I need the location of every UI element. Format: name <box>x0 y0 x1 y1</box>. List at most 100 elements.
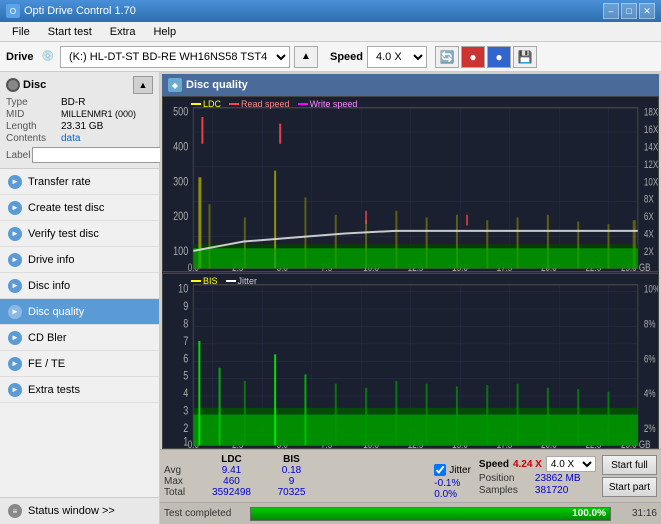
bottom-stats-area: LDC BIS Avg 9.41 0.18 Max 460 9 <box>160 449 661 502</box>
sidebar-item-fe-te[interactable]: ► FE / TE <box>0 351 159 377</box>
progress-percent-text: 100.0% <box>572 508 606 520</box>
maximize-button[interactable]: □ <box>621 3 637 19</box>
ldc-legend-color <box>191 103 201 105</box>
write-legend-color <box>298 103 308 105</box>
disc-eject-button[interactable]: ▲ <box>133 76 153 94</box>
progress-bar-fill <box>251 508 610 520</box>
svg-text:3: 3 <box>183 404 188 418</box>
cd-bler-icon: ► <box>8 331 22 345</box>
start-full-button[interactable]: Start full <box>602 455 657 475</box>
save-button[interactable]: 💾 <box>513 46 537 68</box>
sidebar-item-verify-test-disc[interactable]: ► Verify test disc <box>0 221 159 247</box>
disc-icon <box>6 78 20 92</box>
label-input[interactable] <box>32 147 170 163</box>
read-legend-color <box>229 103 239 105</box>
sidebar-item-label: Transfer rate <box>28 176 91 188</box>
stats-header-row: LDC BIS <box>164 454 434 465</box>
legend-read-speed: Read speed <box>229 99 290 109</box>
svg-text:12X: 12X <box>644 159 658 171</box>
read-legend-label: Read speed <box>241 99 290 109</box>
svg-text:9: 9 <box>183 300 188 314</box>
chart2-svg: 10 9 8 7 6 5 4 3 2 1 10% 8% 6% 4% 2% <box>163 274 658 448</box>
disc-red-button[interactable]: ● <box>461 46 485 68</box>
speed-label: Speed <box>330 51 363 63</box>
svg-text:2%: 2% <box>644 423 656 435</box>
bis-legend-color <box>191 280 201 282</box>
svg-text:10X: 10X <box>644 176 658 188</box>
svg-text:4%: 4% <box>644 388 656 400</box>
max-bis-value: 9 <box>264 476 319 487</box>
chart2: BIS Jitter 10 <box>162 273 659 449</box>
app-icon: O <box>6 4 20 18</box>
disc-type-value: BD-R <box>61 97 153 108</box>
sidebar-item-transfer-rate[interactable]: ► Transfer rate <box>0 169 159 195</box>
menu-file[interactable]: File <box>4 24 38 40</box>
menu-help[interactable]: Help <box>145 24 184 40</box>
minimize-button[interactable]: – <box>603 3 619 19</box>
svg-text:6: 6 <box>183 352 188 366</box>
title-bar: O Opti Drive Control 1.70 – □ ✕ <box>0 0 661 22</box>
legend-bis: BIS <box>191 276 218 286</box>
disc-quality-title: Disc quality <box>186 79 248 91</box>
svg-text:6X: 6X <box>644 211 654 223</box>
status-window-icon: ≡ <box>8 504 22 518</box>
stats-header-bis: BIS <box>264 454 319 465</box>
length-field-label: Length <box>6 121 61 132</box>
stats-total-row: Total 3592498 70325 <box>164 487 434 498</box>
drive-select[interactable]: (K:) HL-DT-ST BD-RE WH16NS58 TST4 <box>60 46 290 68</box>
sidebar-item-cd-bler[interactable]: ► CD Bler <box>0 325 159 351</box>
svg-text:8: 8 <box>183 317 188 331</box>
action-buttons: Start full Start part <box>602 455 657 497</box>
svg-text:6%: 6% <box>644 353 656 365</box>
svg-text:8%: 8% <box>644 319 656 331</box>
jitter-checkbox-label: Jitter <box>449 465 471 476</box>
chart1-svg: 500 400 300 200 100 18X 16X 14X 12X 10X … <box>163 97 658 271</box>
svg-text:200: 200 <box>173 210 188 224</box>
disc-panel: Disc ▲ Type BD-R MID MILLENMR1 (000) Len… <box>0 72 159 169</box>
samples-value: 381720 <box>535 485 568 496</box>
disc-mid-value: MILLENMR1 (000) <box>61 109 153 120</box>
disc-blue-button[interactable]: ● <box>487 46 511 68</box>
svg-text:8X: 8X <box>644 194 654 206</box>
sidebar-item-label: Disc quality <box>28 306 84 318</box>
speed-dropdown[interactable]: 4.0 X <box>546 456 596 472</box>
transfer-rate-icon: ► <box>8 175 22 189</box>
menu-extra[interactable]: Extra <box>102 24 144 40</box>
disc-quality-header: ◆ Disc quality <box>162 74 659 96</box>
drive-bar: Drive 💿 (K:) HL-DT-ST BD-RE WH16NS58 TST… <box>0 42 661 72</box>
disc-info-icon: ► <box>8 279 22 293</box>
create-test-disc-icon: ► <box>8 201 22 215</box>
max-label: Max <box>164 476 199 487</box>
speed-select[interactable]: 4.0 X 2.0 X 6.0 X <box>367 46 427 68</box>
extra-tests-icon: ► <box>8 383 22 397</box>
label-field-label: Label <box>6 150 30 161</box>
type-field-label: Type <box>6 97 61 108</box>
stats-header-ldc: LDC <box>199 454 264 465</box>
jitter-legend-label: Jitter <box>238 276 258 286</box>
sidebar-item-disc-quality[interactable]: ► Disc quality <box>0 299 159 325</box>
fe-te-icon: ► <box>8 357 22 371</box>
refresh-button[interactable]: 🔄 <box>435 46 459 68</box>
nav-items: ► Transfer rate ► Create test disc ► Ver… <box>0 169 159 497</box>
sidebar-item-extra-tests[interactable]: ► Extra tests <box>0 377 159 403</box>
menu-start-test[interactable]: Start test <box>40 24 100 40</box>
status-window-label: Status window >> <box>28 505 115 517</box>
sidebar-item-label: Drive info <box>28 254 74 266</box>
disc-contents-value: data <box>61 133 153 144</box>
jitter-checkbox[interactable] <box>434 464 446 476</box>
close-button[interactable]: ✕ <box>639 3 655 19</box>
disc-header-label: Disc <box>23 79 46 91</box>
speed-section: Speed 4.24 X 4.0 X Position 23862 MB Sam… <box>479 456 596 496</box>
jitter-legend-color <box>226 280 236 282</box>
sidebar-item-disc-info[interactable]: ► Disc info <box>0 273 159 299</box>
jitter-section: Jitter -0.1% 0.0% <box>434 452 471 500</box>
sidebar-item-create-test-disc[interactable]: ► Create test disc <box>0 195 159 221</box>
status-window-item[interactable]: ≡ Status window >> <box>0 498 159 524</box>
start-part-button[interactable]: Start part <box>602 477 657 497</box>
svg-text:16X: 16X <box>644 124 658 136</box>
sidebar-item-drive-info[interactable]: ► Drive info <box>0 247 159 273</box>
drive-eject-button[interactable]: ▲ <box>294 46 318 68</box>
progress-time: 31:16 <box>617 508 657 519</box>
stats-avg-row: Avg 9.41 0.18 <box>164 465 434 476</box>
charts-area: LDC Read speed Write speed <box>162 96 659 449</box>
